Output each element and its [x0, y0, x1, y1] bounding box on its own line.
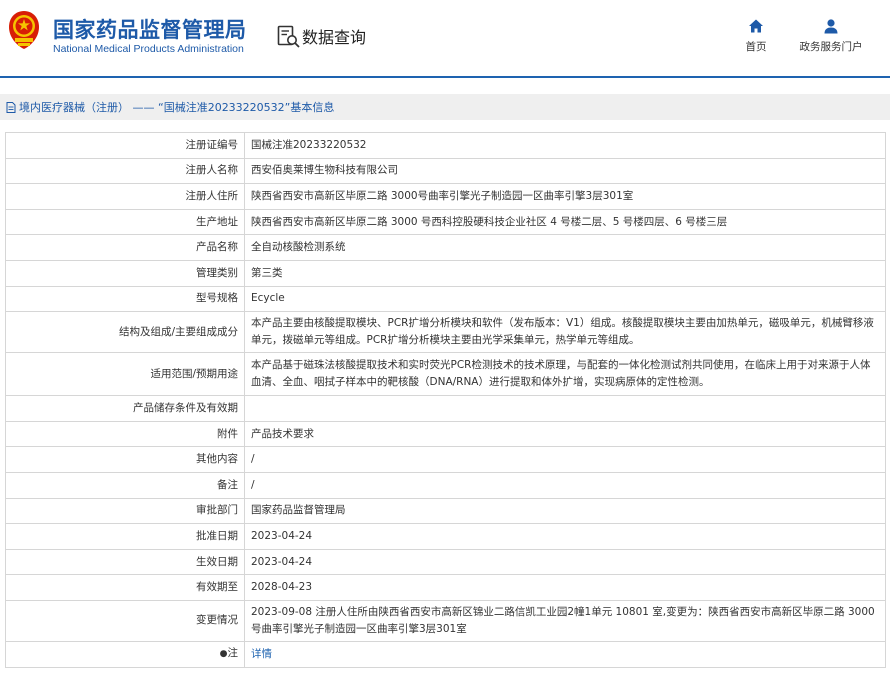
- field-label: 生产地址: [5, 208, 245, 236]
- field-label: 产品名称: [5, 234, 245, 261]
- field-value: 全自动核酸检测系统: [244, 234, 886, 261]
- table-row: 适用范围/预期用途 本产品基于磁珠法核酸提取技术和实时荧光PCR检测技术的技术原理…: [5, 352, 886, 397]
- site-header: 国家药品监督管理局 National Medical Products Admi…: [0, 0, 890, 78]
- field-label: 其他内容: [5, 446, 245, 473]
- table-row: 其他内容 /: [5, 446, 886, 473]
- field-label: 注册人名称: [5, 157, 245, 185]
- table-row: 生产地址 陕西省西安市高新区毕原二路 3000 号西科控股硬科技企业社区 4 号楼…: [5, 208, 886, 236]
- nav-service-portal[interactable]: 政务服务门户: [791, 18, 871, 54]
- field-value: 产品技术要求: [244, 420, 886, 448]
- field-value: /: [244, 446, 886, 473]
- details-link[interactable]: 详情: [251, 648, 272, 660]
- table-row: 附件 产品技术要求: [5, 420, 886, 448]
- note-label: 注: [227, 647, 239, 660]
- field-value: 西安佰奥莱博生物科技有限公司: [244, 157, 886, 185]
- field-value: 国家药品监督管理局: [244, 497, 886, 525]
- field-value: 本产品主要由核酸提取模块、PCR扩增分析模块和软件（发布版本：V1）组成。核酸提…: [244, 311, 886, 354]
- table-row: 型号规格 Ecycle: [5, 285, 886, 313]
- field-label: 有效期至: [5, 574, 245, 601]
- data-query-title: 数据查询: [302, 28, 367, 47]
- nav-home-label: 首页: [745, 41, 767, 53]
- table-row: ●注 详情: [5, 640, 886, 668]
- table-row: 批准日期 2023-04-24: [5, 523, 886, 550]
- field-value: /: [244, 471, 886, 499]
- table-row: 有效期至 2028-04-23: [5, 574, 886, 601]
- field-value: [244, 395, 886, 422]
- document-search-icon: [277, 25, 300, 48]
- table-row: 注册证编号 国械注准20233220532: [5, 132, 886, 159]
- table-row: 备注 /: [5, 471, 886, 499]
- breadcrumb: 境内医疗器械（注册） —— “国械注准20233220532”基本信息: [0, 94, 890, 120]
- table-row: 变更情况 2023-09-08 注册人住所由陕西省西安市高新区锦业二路信凯工业园2…: [5, 599, 886, 642]
- field-label: 管理类别: [5, 259, 245, 287]
- nav-service-portal-label: 政务服务门户: [799, 41, 863, 53]
- field-label: 适用范围/预期用途: [5, 352, 245, 397]
- field-value: 陕西省西安市高新区毕原二路 3000 号西科控股硬科技企业社区 4 号楼二层、5…: [244, 208, 886, 236]
- field-label: 变更情况: [5, 599, 245, 642]
- field-label: 附件: [5, 420, 245, 448]
- table-row: 审批部门 国家药品监督管理局: [5, 497, 886, 525]
- field-label: 注册证编号: [5, 132, 245, 159]
- table-row: 生效日期 2023-04-24: [5, 548, 886, 576]
- field-value: Ecycle: [244, 285, 886, 313]
- field-label: 结构及组成/主要组成成分: [5, 311, 245, 354]
- field-value: 2023-09-08 注册人住所由陕西省西安市高新区锦业二路信凯工业园2幢1单元…: [244, 599, 886, 642]
- note-value-cell: 详情: [244, 640, 886, 668]
- table-row: 注册人名称 西安佰奥莱博生物科技有限公司: [5, 157, 886, 185]
- table-row: 注册人住所 陕西省西安市高新区毕原二路 3000号曲率引擎光子制造园一区曲率引擎3…: [5, 183, 886, 210]
- nav-home[interactable]: 首页: [716, 18, 796, 54]
- site-title-cn[interactable]: 国家药品监督管理局: [53, 14, 247, 44]
- field-label: 产品储存条件及有效期: [5, 395, 245, 422]
- field-value: 国械注准20233220532: [244, 132, 886, 159]
- user-icon: [824, 19, 838, 34]
- field-label: 批准日期: [5, 523, 245, 550]
- field-label: 注册人住所: [5, 183, 245, 210]
- table-row: 结构及组成/主要组成成分 本产品主要由核酸提取模块、PCR扩增分析模块和软件（发布…: [5, 311, 886, 354]
- field-value: 本产品基于磁珠法核酸提取技术和实时荧光PCR检测技术的技术原理，与配套的一体化检…: [244, 352, 886, 397]
- field-value: 2023-04-24: [244, 548, 886, 576]
- site-title-en[interactable]: National Medical Products Administration: [53, 43, 244, 55]
- table-row: 产品储存条件及有效期: [5, 395, 886, 422]
- field-label: 审批部门: [5, 497, 245, 525]
- home-icon: [749, 19, 763, 33]
- national-emblem-icon: [9, 11, 39, 49]
- document-icon: [6, 101, 16, 113]
- field-value: 陕西省西安市高新区毕原二路 3000号曲率引擎光子制造园一区曲率引擎3层301室: [244, 183, 886, 210]
- device-info-table: 注册证编号 国械注准20233220532 注册人名称 西安佰奥莱博生物科技有限公司…: [5, 132, 886, 668]
- table-row: 产品名称 全自动核酸检测系统: [5, 234, 886, 261]
- field-value: 2028-04-23: [244, 574, 886, 601]
- field-label: 型号规格: [5, 285, 245, 313]
- pin-icon: ●: [219, 649, 228, 660]
- field-label: 备注: [5, 471, 245, 499]
- note-label-cell: ●注: [5, 640, 245, 668]
- field-label: 生效日期: [5, 548, 245, 576]
- field-value: 第三类: [244, 259, 886, 287]
- field-value: 2023-04-24: [244, 523, 886, 550]
- table-row: 管理类别 第三类: [5, 259, 886, 287]
- breadcrumb-text: 境内医疗器械（注册） —— “国械注准20233220532”基本信息: [19, 101, 335, 114]
